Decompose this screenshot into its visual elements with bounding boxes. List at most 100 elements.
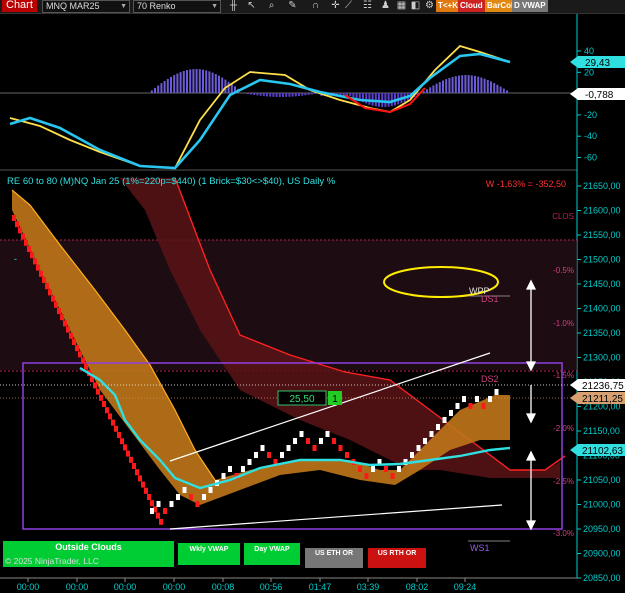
bear-brick	[18, 227, 22, 234]
osc-high-value: 29,43	[585, 58, 610, 69]
weekly-vwap-button[interactable]: Wkly VWAP	[178, 543, 240, 565]
macd-bar	[301, 93, 304, 96]
time-tick-label: 03:39	[357, 582, 380, 592]
macd-bar	[202, 69, 204, 93]
us-rth-or-button[interactable]: US RTH OR	[368, 548, 426, 568]
macd-bar	[387, 93, 390, 107]
bull-brick	[449, 410, 453, 416]
bear-brick	[338, 445, 343, 451]
count-box-text: 1	[332, 394, 338, 405]
bull-brick	[150, 508, 154, 514]
bear-brick	[481, 403, 486, 409]
bear-brick	[163, 508, 167, 514]
bear-brick	[24, 239, 28, 246]
bull-brick	[475, 396, 479, 402]
macd-bar	[214, 74, 217, 93]
macd-bar	[445, 79, 448, 93]
bear-brick	[78, 351, 82, 358]
macd-bar	[429, 87, 432, 93]
bull-brick	[462, 396, 466, 402]
bear-brick	[51, 295, 55, 302]
bull-brick	[319, 438, 323, 444]
macd-bar	[269, 93, 272, 97]
osc-high-marker: 29,43	[570, 56, 625, 69]
macd-bar	[211, 72, 214, 93]
bull-brick	[169, 501, 174, 507]
bear-brick	[27, 246, 31, 252]
macd-bar	[378, 93, 380, 107]
macd-bar	[189, 69, 192, 93]
macd-histogram	[150, 69, 508, 107]
macd-bar	[218, 75, 220, 93]
price-tick-label: 21350,00	[583, 328, 621, 338]
macd-bar	[304, 93, 307, 96]
macd-bar	[176, 73, 179, 93]
price-tick-label: 21400,00	[583, 304, 621, 314]
macd-bar	[173, 75, 176, 93]
bear-brick	[105, 407, 109, 414]
day-vwap-button[interactable]: Day VWAP	[244, 543, 300, 565]
price-tick-label: 21050,00	[583, 475, 621, 485]
macd-bar	[426, 89, 428, 93]
macd-bar	[496, 84, 499, 93]
us-eth-or-button[interactable]: US ETH OR	[305, 548, 363, 568]
bear-brick	[120, 438, 124, 445]
macd-bar	[166, 78, 169, 93]
time-tick-label: 00:56	[260, 582, 283, 592]
bull-brick	[156, 501, 161, 507]
macd-bar	[182, 70, 185, 93]
macd-bar	[298, 93, 300, 97]
bear-brick	[36, 264, 40, 271]
bear-brick	[147, 494, 151, 500]
macd-bar	[262, 93, 265, 97]
ds2-label: DS2	[481, 374, 499, 384]
price-tick-label: 21600,00	[583, 206, 621, 216]
bear-brick	[108, 413, 112, 420]
price-tick-label: 20950,00	[583, 524, 621, 534]
bull-brick	[182, 487, 187, 493]
value-box-text: 25,50	[289, 394, 314, 405]
price-tick-label: 21300,00	[583, 353, 621, 363]
bear-brick	[468, 403, 473, 409]
macd-bar	[464, 75, 467, 93]
bear-brick	[312, 445, 317, 451]
osc-tick-label: -40	[584, 131, 597, 141]
macd-bar	[205, 70, 208, 93]
bear-brick	[21, 233, 25, 240]
bear-brick	[84, 363, 88, 370]
lower-trendline	[169, 504, 503, 530]
bear-brick	[48, 289, 52, 296]
time-tick-label: 00:08	[212, 582, 235, 592]
bear-brick	[384, 466, 388, 472]
bull-brick	[371, 466, 375, 472]
pct-level-label: -3.0%	[553, 529, 574, 538]
osc-low-value: -0,788	[585, 90, 614, 101]
bear-brick	[12, 215, 16, 221]
bear-brick	[60, 314, 64, 321]
bull-brick	[202, 494, 206, 500]
macd-bar	[250, 93, 252, 95]
vwap-price-value: 21102,63	[582, 446, 623, 457]
chart-canvas[interactable]: 40200-20-40-60 CLOS WPP DS1 DS2 WS1 - -0…	[0, 0, 625, 593]
macd-bar	[163, 80, 166, 93]
bull-brick	[260, 445, 265, 451]
macd-bar	[483, 78, 486, 93]
bull-brick	[397, 466, 401, 472]
bear-brick	[54, 301, 58, 308]
bear-brick	[195, 501, 200, 507]
bear-brick	[96, 388, 100, 395]
bear-brick	[138, 475, 142, 482]
macd-bar	[474, 75, 476, 93]
bear-brick	[33, 258, 37, 265]
bear-brick	[39, 270, 43, 277]
bear-brick	[72, 339, 76, 345]
fast-oscillator-line	[9, 44, 511, 169]
bear-brick	[111, 419, 115, 426]
osc-low-marker: -0,788	[570, 88, 625, 101]
macd-bar	[477, 76, 480, 93]
bear-brick	[159, 518, 163, 525]
macd-bar	[192, 69, 195, 93]
bull-brick	[494, 389, 499, 395]
time-tick-label: 00:00	[163, 582, 186, 592]
macd-bar	[486, 79, 489, 93]
